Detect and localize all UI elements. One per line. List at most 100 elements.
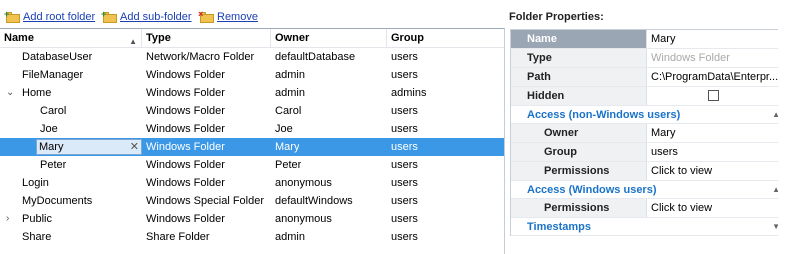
cell-owner: defaultWindows xyxy=(275,195,353,207)
prop-hidden-value xyxy=(648,87,784,105)
cell-name: Carol xyxy=(40,105,67,117)
cell-type: Windows Folder xyxy=(146,159,225,171)
add-sub-folder-label: Add sub-folder xyxy=(120,11,192,23)
cell-owner: Mary xyxy=(275,141,300,153)
prop-path-value[interactable]: C:\ProgramData\Enterpr... xyxy=(648,68,784,86)
prop-row-owner[interactable]: Owner Mary xyxy=(511,124,784,143)
prop-owner-label: Owner xyxy=(511,124,647,142)
cell-group: users xyxy=(391,141,418,153)
folder-add-icon: + xyxy=(4,9,20,23)
cell-type: Windows Folder xyxy=(146,105,225,117)
chevron-right-icon[interactable]: › xyxy=(6,210,16,228)
table-row[interactable]: ⌄ Home Windows Folder admin admins xyxy=(0,84,504,102)
table-row[interactable]: Carol Windows Folder Carol users xyxy=(0,102,504,120)
scrollbar-gutter xyxy=(778,0,785,254)
column-header-owner-label: Owner xyxy=(275,32,310,44)
property-grid: Name Mary Type Windows Folder Path C:\Pr… xyxy=(510,29,785,236)
table-row[interactable]: › Public Windows Folder anonymous users xyxy=(0,210,504,228)
prop-permissions-value[interactable]: Click to view xyxy=(648,162,784,180)
cell-name: Peter xyxy=(40,159,67,171)
cell-group: users xyxy=(391,159,418,171)
prop-group-value[interactable]: users xyxy=(648,143,784,161)
cell-group: users xyxy=(391,213,418,225)
prop-row-permissions[interactable]: Permissions Click to view xyxy=(511,162,784,181)
table-row[interactable]: Share Share Folder admin users xyxy=(0,228,504,246)
grid-header: Name ▲ Type Owner Group xyxy=(0,29,504,48)
cell-group: users xyxy=(391,105,418,117)
prop-row-hidden[interactable]: Hidden xyxy=(511,87,784,106)
cell-owner: admin xyxy=(275,231,305,243)
prop-row-name[interactable]: Name Mary xyxy=(511,30,784,49)
prop-group-access-non-windows[interactable]: Access (non-Windows users) ▲ xyxy=(511,106,784,124)
cell-name: Share xyxy=(22,231,52,243)
prop-group-timestamps-label: Timestamps xyxy=(527,221,591,233)
folder-grid[interactable]: Name ▲ Type Owner Group DatabaseUser Netw… xyxy=(0,28,505,254)
cell-name: MyDocuments xyxy=(22,195,93,207)
cell-name: DatabaseUser xyxy=(22,51,93,63)
cell-name: Home xyxy=(22,87,52,99)
cell-owner: admin xyxy=(275,69,305,81)
cell-owner: anonymous xyxy=(275,177,332,189)
cell-owner: anonymous xyxy=(275,213,332,225)
prop-name-label: Name xyxy=(511,30,647,48)
column-header-type[interactable]: Type xyxy=(142,29,271,47)
table-row[interactable]: Mary ✕ Windows Folder Mary users xyxy=(0,138,504,156)
cell-group: users xyxy=(391,51,418,63)
add-root-folder-label: Add root folder xyxy=(23,11,96,23)
prop-path-label: Path xyxy=(511,68,647,86)
cell-group: users xyxy=(391,69,418,81)
cell-group: users xyxy=(391,231,418,243)
cell-owner: Peter xyxy=(275,159,302,171)
prop-type-label: Type xyxy=(511,49,647,67)
table-row[interactable]: Peter Windows Folder Peter users xyxy=(0,156,504,174)
cell-type: Network/Macro Folder xyxy=(146,51,255,63)
prop-group-access-windows[interactable]: Access (Windows users) ▲ xyxy=(511,181,784,199)
cell-group: admins xyxy=(391,87,427,99)
column-header-owner[interactable]: Owner xyxy=(271,29,387,47)
prop-windows-permissions-label: Permissions xyxy=(511,199,647,217)
prop-owner-value[interactable]: Mary xyxy=(648,124,784,142)
cell-name: Joe xyxy=(40,123,58,135)
hidden-checkbox[interactable] xyxy=(708,90,719,101)
add-root-folder-button[interactable]: + Add root folder xyxy=(4,9,96,25)
cell-type: Windows Folder xyxy=(146,123,225,135)
cell-group: users xyxy=(391,123,418,135)
prop-windows-permissions-value[interactable]: Click to view xyxy=(648,199,784,217)
prop-type-value: Windows Folder xyxy=(651,52,730,64)
cell-type: Windows Folder xyxy=(146,141,225,153)
clear-icon[interactable]: ✕ xyxy=(130,140,139,154)
folder-remove-icon: × xyxy=(198,9,214,23)
cell-owner: defaultDatabase xyxy=(275,51,356,63)
prop-row-group[interactable]: Group users xyxy=(511,143,784,162)
prop-row-path[interactable]: Path C:\ProgramData\Enterpr... xyxy=(511,68,784,87)
properties-title: Folder Properties: xyxy=(509,11,604,23)
column-header-type-label: Type xyxy=(146,32,171,44)
cell-owner: Carol xyxy=(275,105,302,117)
column-header-name[interactable]: Name ▲ xyxy=(0,29,142,47)
add-sub-folder-button[interactable]: + Add sub-folder xyxy=(101,9,192,25)
prop-name-value[interactable]: Mary xyxy=(648,30,784,48)
column-header-group[interactable]: Group xyxy=(387,29,504,47)
folder-properties-panel: Folder Properties: Name Mary Type Window… xyxy=(509,0,785,254)
cell-name: FileManager xyxy=(22,69,84,81)
table-row[interactable]: FileManager Windows Folder admin users xyxy=(0,66,504,84)
remove-label: Remove xyxy=(217,11,258,23)
cell-type: Share Folder xyxy=(146,231,210,243)
table-row[interactable]: Login Windows Folder anonymous users xyxy=(0,174,504,192)
cell-type: Windows Folder xyxy=(146,69,225,81)
prop-group-access-non-windows-label: Access (non-Windows users) xyxy=(527,109,681,121)
prop-row-windows-permissions[interactable]: Permissions Click to view xyxy=(511,199,784,218)
prop-group-timestamps[interactable]: Timestamps ▼ xyxy=(511,218,784,236)
table-row[interactable]: Joe Windows Folder Joe users xyxy=(0,120,504,138)
prop-group-label: Group xyxy=(511,143,647,161)
name-edit-field[interactable]: Mary ✕ xyxy=(36,139,142,155)
cell-name: Login xyxy=(22,177,49,189)
prop-permissions-label: Permissions xyxy=(511,162,647,180)
prop-group-access-windows-label: Access (Windows users) xyxy=(527,184,657,196)
chevron-down-icon[interactable]: ⌄ xyxy=(6,84,16,102)
cell-group: users xyxy=(391,195,418,207)
table-row[interactable]: DatabaseUser Network/Macro Folder defaultD… xyxy=(0,48,504,66)
table-row[interactable]: MyDocuments Windows Special Folder default… xyxy=(0,192,504,210)
folder-add-sub-icon: + xyxy=(101,9,117,23)
remove-button[interactable]: × Remove xyxy=(198,9,258,25)
